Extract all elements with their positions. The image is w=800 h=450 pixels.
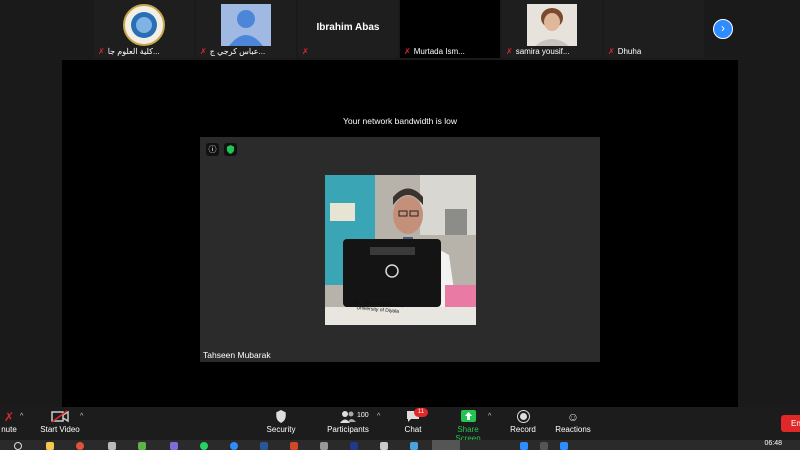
muted-mic-icon: ✗ [404, 47, 411, 56]
os-taskbar: 06:48 [0, 440, 800, 450]
share-screen-icon [444, 410, 492, 425]
app-icon[interactable] [230, 442, 238, 450]
participant-name: Murtada Ism... [413, 47, 465, 56]
speaker-name-label: Tahseen Mubarak [203, 350, 271, 360]
chevron-up-icon[interactable]: ^ [488, 413, 491, 420]
participant-name: عباس كرجي ج... [209, 47, 266, 56]
app-icon[interactable] [108, 442, 116, 450]
app-icon[interactable] [410, 442, 418, 450]
start-video-label: Start Video [40, 425, 80, 434]
tray-icon[interactable] [540, 442, 548, 450]
security-label: Security [266, 425, 296, 434]
app-icon[interactable] [380, 442, 388, 450]
participant-name-tag: ✗ كلية العلوم جا... [98, 47, 160, 56]
muted-mic-icon: ✗ [98, 47, 105, 56]
chat-label: Chat [404, 425, 422, 434]
chevron-right-icon: › [721, 21, 725, 35]
muted-mic-icon: ✗ [200, 47, 207, 56]
search-icon[interactable] [14, 442, 22, 450]
participant-name-tag: ✗ Murtada Ism... [404, 47, 465, 56]
next-page-button[interactable]: › [713, 19, 733, 39]
clock: 06:48 [764, 440, 782, 447]
participant-name-tag: ✗ Dhuha [608, 47, 641, 56]
info-icon[interactable]: ⓘ [206, 143, 219, 156]
video-off-icon [38, 410, 82, 425]
chevron-up-icon[interactable]: ^ [20, 413, 23, 420]
zoom-taskbar-icon[interactable] [432, 440, 460, 450]
speaker-video-frame: Dr. Tahseen Mubarak University of Diyala [325, 175, 476, 325]
muted-mic-icon: ✗ [506, 47, 513, 56]
participant-display-name: Ibrahim Abas [316, 22, 380, 33]
participant-name: samira yousif... [515, 47, 570, 56]
college-logo [123, 4, 165, 46]
record-label: Record [510, 425, 536, 434]
app-icon[interactable] [320, 442, 328, 450]
record-icon [508, 410, 538, 425]
participant-tile[interactable]: ✗ Dhuha [604, 0, 704, 58]
tray-icon[interactable] [520, 442, 528, 450]
end-button[interactable]: En [781, 415, 800, 432]
start-video-button[interactable]: Start Video [38, 410, 82, 434]
participant-tile[interactable]: Ibrahim Abas ✗ [298, 0, 398, 58]
word-icon[interactable] [260, 442, 268, 450]
chat-badge: 11 [414, 408, 428, 417]
smiley-icon: ☺ [566, 410, 580, 424]
chevron-up-icon[interactable]: ^ [377, 413, 380, 420]
person-icon [229, 10, 263, 46]
participant-tile[interactable]: ✗ عباس كرجي ج... [196, 0, 296, 58]
chevron-up-icon[interactable]: ^ [80, 413, 83, 420]
participants-label: Participants [327, 425, 369, 434]
file-explorer-icon[interactable] [46, 442, 54, 450]
reactions-label: Reactions [555, 425, 591, 434]
main-stage: Your network bandwidth is low ⓘ Dr. Tahs… [62, 60, 738, 408]
participant-strip: ✗ كلية العلوم جا... ✗ عباس كرجي ج... Ibr… [0, 0, 800, 60]
participant-name: Dhuha [617, 47, 642, 56]
shield-icon [262, 410, 300, 425]
avatar [221, 4, 271, 46]
muted-mic-icon: ✗ [302, 47, 309, 56]
muted-mic-icon: ✗ [608, 47, 615, 56]
share-screen-button[interactable]: Share Screen [444, 410, 492, 443]
active-speaker-video[interactable]: ⓘ Dr. Tahseen Mubarak University of Diya… [200, 137, 600, 362]
participant-photo [527, 4, 577, 46]
mute-label: nute [1, 425, 17, 434]
participant-name: كلية العلوم جا... [107, 47, 160, 56]
meeting-toolbar: ✗ nute ^ Start Video ^ Security Particip… [0, 407, 800, 443]
participant-name-tag: ✗ عباس كرجي ج... [200, 47, 265, 56]
participants-count: 100 [357, 412, 369, 419]
app-icon[interactable] [138, 442, 146, 450]
participant-tile[interactable]: ✗ Murtada Ism... [400, 0, 500, 58]
powerpoint-icon[interactable] [290, 442, 298, 450]
shield-icon[interactable] [224, 143, 237, 156]
chrome-icon[interactable] [76, 442, 84, 450]
participant-name-tag: ✗ [302, 47, 309, 56]
participant-tile[interactable]: ✗ samira yousif... [502, 0, 602, 58]
participant-tile[interactable]: ✗ كلية العلوم جا... [94, 0, 194, 58]
record-button[interactable]: Record [508, 410, 538, 434]
whatsapp-icon[interactable] [200, 442, 208, 450]
security-button[interactable]: Security [262, 410, 300, 434]
participant-name-tag: ✗ samira yousif... [506, 47, 570, 56]
tray-icon[interactable] [560, 442, 568, 450]
app-icon[interactable] [350, 442, 358, 450]
reactions-button[interactable]: ☺ Reactions [554, 410, 592, 434]
bandwidth-notice: Your network bandwidth is low [342, 116, 458, 126]
app-icon[interactable] [170, 442, 178, 450]
